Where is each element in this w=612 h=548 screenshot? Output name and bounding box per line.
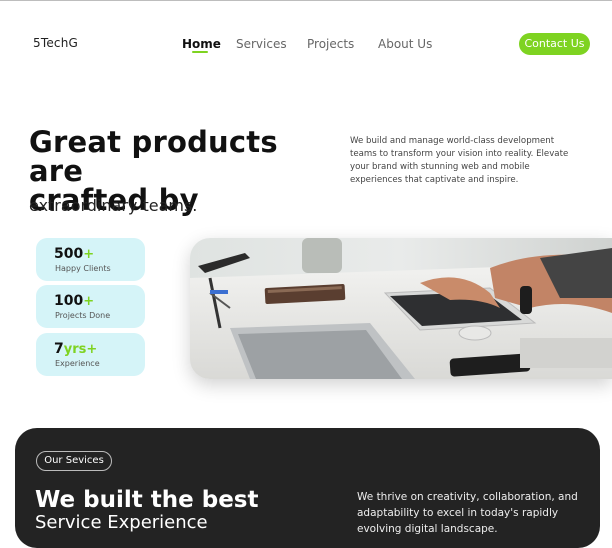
stat-label: Experience <box>55 359 100 368</box>
laptop-desk-illustration <box>190 238 612 379</box>
hero-photo <box>190 238 612 379</box>
contact-us-button[interactable]: Contact Us <box>519 33 590 55</box>
nav-item-projects[interactable]: Projects <box>307 37 354 51</box>
hero-description: We build and manage world-class developm… <box>350 136 569 185</box>
nav-item-home[interactable]: Home <box>182 37 221 51</box>
nav-item-about-us[interactable]: About Us <box>378 37 432 51</box>
stat-value: 7yrs+ <box>54 341 98 357</box>
services-description: We thrive on creativity, collaboration, … <box>357 491 578 535</box>
stat-card-experience: 7yrs+ Experience <box>36 333 145 376</box>
stat-value: 500+ <box>54 246 95 262</box>
stat-label: Projects Done <box>55 311 111 320</box>
services-title-line2: Service Experience <box>35 512 208 533</box>
top-border <box>0 0 612 1</box>
stat-label: Happy Clients <box>55 264 111 273</box>
stat-value: 100+ <box>54 293 95 309</box>
active-nav-indicator <box>192 51 208 53</box>
services-badge: Our Sevices <box>36 451 112 471</box>
hero-subtitle: extraordinary teams. <box>29 196 198 215</box>
nav-item-services[interactable]: Services <box>236 37 287 51</box>
stat-card-clients: 500+ Happy Clients <box>36 238 145 281</box>
stat-card-projects: 100+ Projects Done <box>36 285 145 328</box>
hero-title-line1: Great products are <box>29 125 278 188</box>
services-title: We built the best <box>35 487 259 513</box>
